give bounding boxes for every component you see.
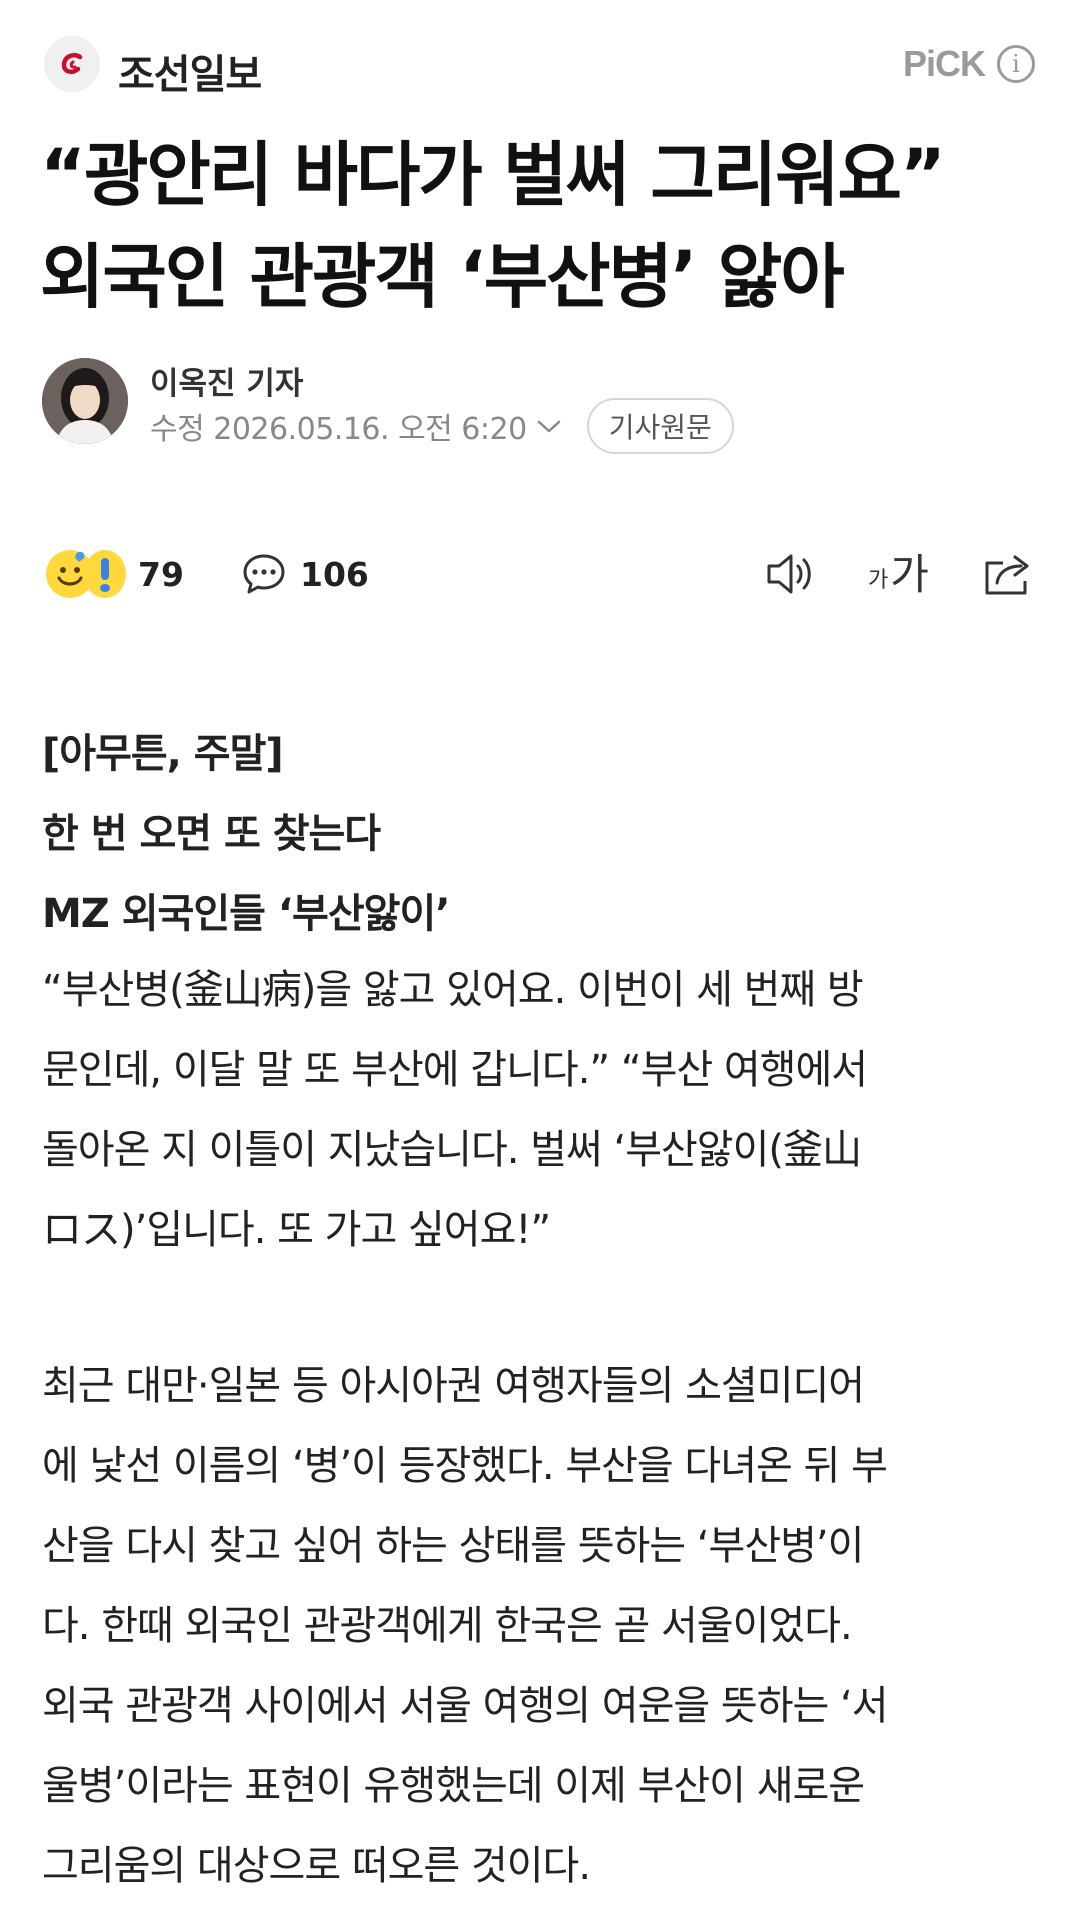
info-icon[interactable]: i (997, 45, 1035, 83)
chevron-down-icon[interactable] (535, 416, 563, 436)
font-size-button[interactable]: 가 가 (868, 546, 929, 602)
font-small-label: 가 (868, 568, 889, 593)
press-logo-icon[interactable] (44, 36, 100, 92)
subhead-line: MZ 외국인들 ‘부산앓이’ (42, 891, 450, 937)
reaction-button[interactable]: 79 (46, 546, 184, 602)
font-large-label: 가 (890, 550, 929, 599)
paragraph-line: ロス)’입니다. 또 가고 싶어요!” (42, 1207, 551, 1253)
paragraph-line: 외국 관광객 사이에서 서울 여행의 여운을 뜻하는 ‘서 (42, 1683, 889, 1729)
headline-line: 외국인 관광객 ‘부산병’ 앓아 (40, 236, 845, 318)
article-subhead: [아무튼, 주말] 한 번 오면 또 찾는다 MZ 외국인들 ‘부산앓이’ (42, 714, 450, 954)
action-bar: 79 106 가 가 (46, 544, 1036, 604)
paragraph-line: 그리움의 대상으로 떠오른 것이다. (42, 1843, 591, 1889)
speaker-icon[interactable] (764, 548, 820, 600)
article-paragraph: 최근 대만·일본 등 아시아권 여행자들의 소셜미디어 에 낯선 이름의 ‘병’… (42, 1346, 889, 1906)
reporter-name[interactable]: 이옥진 기자 (150, 358, 303, 403)
subhead-line: [아무튼, 주말] (42, 731, 284, 777)
reporter-avatar[interactable] (42, 358, 128, 444)
original-article-button[interactable]: 기사원문 (586, 398, 734, 454)
paragraph-line: 돌아온 지 이틀이 지났습니다. 벌써 ‘부산앓이(釜山 (42, 1127, 862, 1173)
reaction-count: 79 (138, 554, 184, 594)
article-page: 조선일보 PiCK i “광안리 바다가 벌써 그리워요” 외국인 관광객 ‘부… (0, 0, 1079, 1922)
updated-date: 수정 2026.05.16. 오전 6:20 (150, 412, 527, 447)
comment-button[interactable]: 106 (240, 546, 369, 602)
byline: 이옥진 기자 수정 2026.05.16. 오전 6:20 기사원문 (42, 358, 1042, 454)
paragraph-line: 다. 한때 외국인 관광객에게 한국은 곧 서울이었다. (42, 1603, 853, 1649)
comment-count: 106 (300, 554, 369, 594)
article-headline: “광안리 바다가 벌써 그리워요” 외국인 관광객 ‘부산병’ 앓아 (40, 124, 1040, 328)
info-glyph: i (1012, 50, 1020, 78)
share-icon[interactable] (980, 548, 1036, 600)
article-paragraph: “부산병(釜山病)을 앓고 있어요. 이번이 세 번째 방 문인데, 이달 말 … (42, 950, 868, 1270)
smile-emoji-icon (46, 550, 94, 598)
press-name[interactable]: 조선일보 (118, 42, 262, 100)
subhead-line: 한 번 오면 또 찾는다 (42, 811, 381, 857)
pick-group: PiCK i (903, 42, 1035, 86)
paragraph-line: 문인데, 이달 말 또 부산에 갑니다.” “부산 여행에서 (42, 1047, 868, 1093)
pick-label: PiCK (902, 43, 986, 84)
headline-line: “광안리 바다가 벌써 그리워요” (40, 134, 946, 216)
paragraph-line: 에 낯선 이름의 ‘병’이 등장했다. 부산을 다녀온 뒤 부 (42, 1443, 888, 1489)
comment-icon (243, 554, 285, 594)
paragraph-line: 산을 다시 찾고 싶어 하는 상태를 뜻하는 ‘부산병’이 (42, 1523, 864, 1569)
dateline: 수정 2026.05.16. 오전 6:20 기사원문 (150, 398, 734, 454)
paragraph-line: 최근 대만·일본 등 아시아권 여행자들의 소셜미디어 (42, 1363, 865, 1409)
paragraph-line: “부산병(釜山病)을 앓고 있어요. 이번이 세 번째 방 (42, 967, 864, 1013)
press-header: 조선일보 PiCK i (44, 36, 1035, 98)
paragraph-line: 울병’이라는 표현이 유행했는데 이제 부산이 새로운 (42, 1763, 865, 1809)
